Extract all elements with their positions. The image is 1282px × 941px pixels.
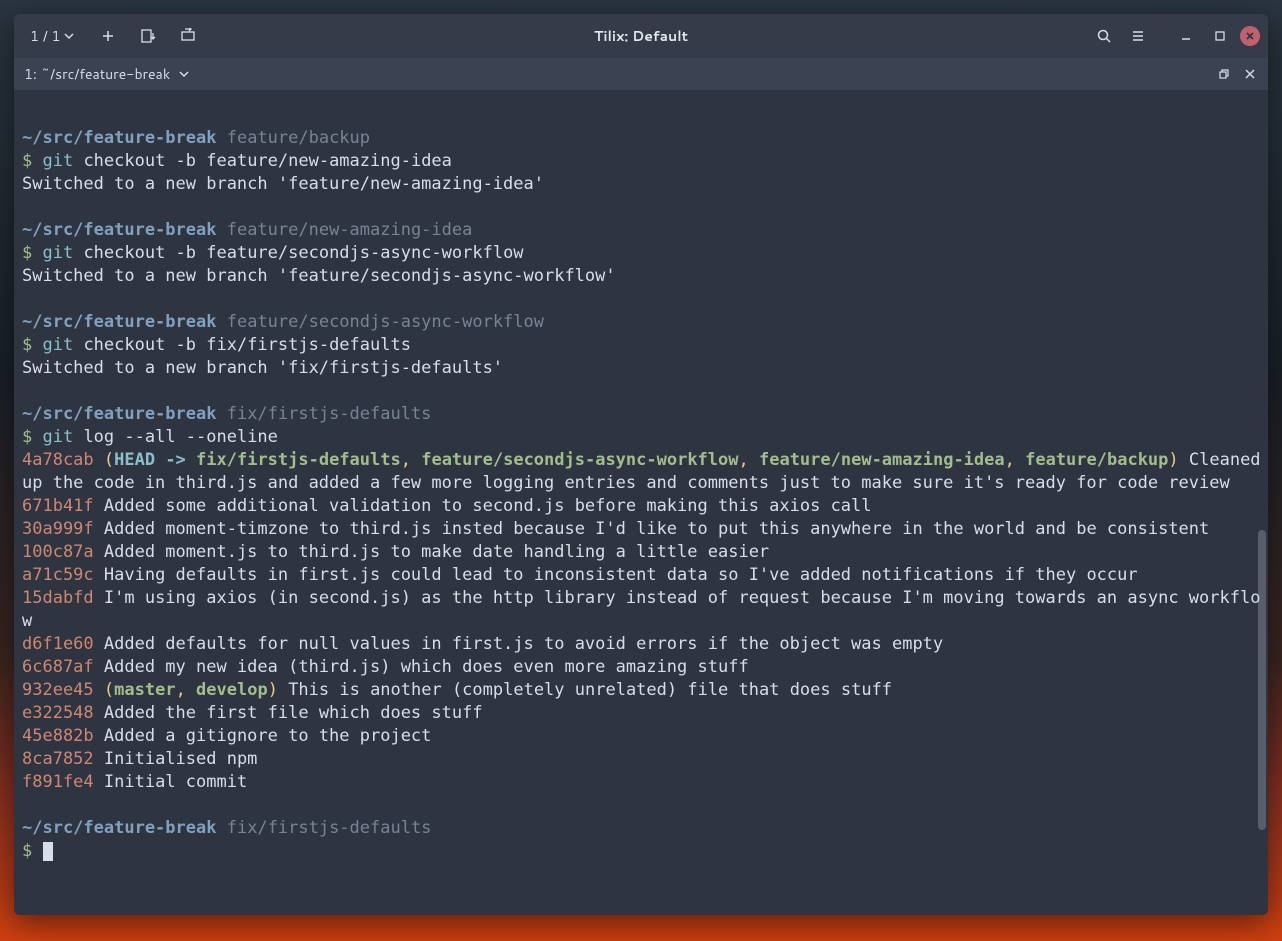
- session-counter[interactable]: 1 / 1: [22, 22, 82, 50]
- window-title: Tilix: Default: [594, 26, 688, 46]
- restore-icon: [1218, 68, 1230, 80]
- hamburger-icon: [1130, 28, 1146, 44]
- plus-icon: [101, 29, 115, 43]
- terminal-output: ~/src/feature-break feature/backup $ git…: [14, 104, 1268, 863]
- menu-button[interactable]: [1124, 22, 1152, 50]
- close-window-button[interactable]: [1240, 26, 1260, 46]
- close-terminal-button[interactable]: [1242, 66, 1258, 82]
- chevron-down-icon: [64, 31, 74, 41]
- terminal-right-icon: [180, 28, 196, 44]
- tilix-window: 1 / 1 Tilix: Default: [14, 14, 1268, 915]
- add-terminal-button[interactable]: [94, 22, 122, 50]
- titlebar: 1 / 1 Tilix: Default: [14, 14, 1268, 58]
- restore-terminal-button[interactable]: [1216, 66, 1232, 82]
- add-terminal-right-button[interactable]: [174, 22, 202, 50]
- search-button[interactable]: [1090, 22, 1118, 50]
- titlebar-left: 1 / 1: [22, 22, 202, 50]
- minimize-icon: [1180, 30, 1192, 42]
- maximize-icon: [1214, 30, 1226, 42]
- minimize-button[interactable]: [1172, 22, 1200, 50]
- session-counter-text: 1 / 1: [30, 26, 60, 46]
- chevron-down-icon: [179, 69, 189, 79]
- scrollbar-thumb[interactable]: [1258, 530, 1266, 830]
- terminal-tab[interactable]: 1: ~/src/feature-break: [24, 64, 170, 84]
- search-icon: [1096, 28, 1112, 44]
- terminal-down-icon: [140, 28, 156, 44]
- terminal-tabbar: 1: ~/src/feature-break: [14, 58, 1268, 90]
- terminal-tab-label: 1: ~/src/feature-break: [24, 64, 170, 84]
- close-icon: [1244, 68, 1256, 80]
- terminal[interactable]: ~/src/feature-break feature/backup $ git…: [14, 90, 1268, 915]
- maximize-button[interactable]: [1206, 22, 1234, 50]
- close-icon: [1245, 31, 1255, 41]
- add-terminal-down-button[interactable]: [134, 22, 162, 50]
- tab-dropdown[interactable]: [176, 66, 192, 82]
- titlebar-right: [1090, 22, 1260, 50]
- tabbar-right: [1216, 66, 1258, 82]
